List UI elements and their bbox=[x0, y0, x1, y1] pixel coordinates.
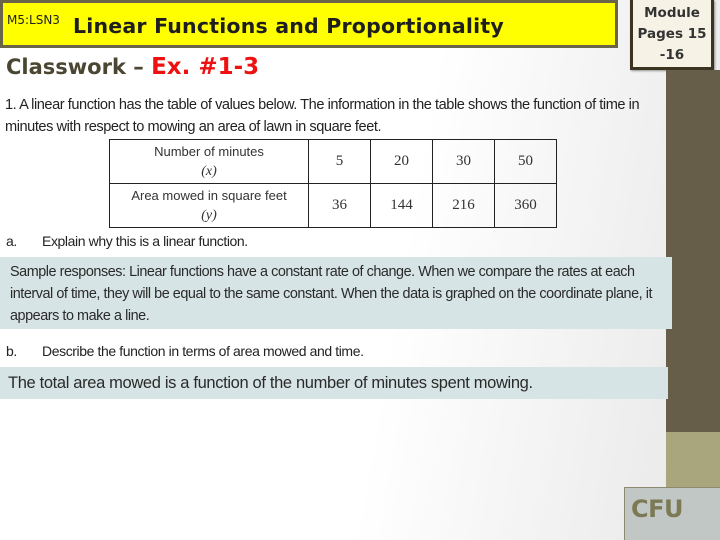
row-header: Number of minutes (x) bbox=[109, 139, 309, 184]
row-header-variable: (y) bbox=[201, 208, 217, 223]
question-letter: b. bbox=[6, 343, 17, 359]
cfu-label: CFU bbox=[631, 495, 684, 523]
table-cell: 50 bbox=[494, 139, 557, 184]
row-header-label: Number of minutes bbox=[154, 144, 264, 159]
question-prompt: Explain why this is a linear function. bbox=[42, 233, 248, 249]
table-cell: 144 bbox=[370, 183, 433, 228]
table-cell: 5 bbox=[308, 139, 371, 184]
cfu-button[interactable]: CFU bbox=[624, 487, 720, 540]
row-header: Area mowed in square feet (y) bbox=[109, 183, 309, 228]
header-bar: M5:LSN3 Linear Functions and Proportiona… bbox=[0, 0, 618, 48]
exercise-range: Ex. #1-3 bbox=[151, 54, 260, 80]
page-title: Linear Functions and Proportionality bbox=[73, 14, 504, 38]
table-row: Number of minutes (x) 5 20 30 50 bbox=[109, 139, 557, 184]
row-header-label: Area mowed in square feet bbox=[131, 188, 287, 203]
question-a: a. Explain why this is a linear function. bbox=[6, 233, 248, 249]
section-heading-prefix: Classwork – bbox=[6, 55, 152, 79]
problem-statement: 1. A linear function has the table of va… bbox=[5, 97, 640, 135]
table-cell: 20 bbox=[370, 139, 433, 184]
table-cell: 36 bbox=[308, 183, 371, 228]
question-b: b. Describe the function in terms of area… bbox=[6, 343, 364, 359]
table-cell: 360 bbox=[494, 183, 557, 228]
question-letter: a. bbox=[6, 233, 17, 249]
module-label: Module bbox=[644, 5, 700, 21]
answer-box-b: The total area mowed is a function of th… bbox=[0, 367, 668, 399]
table-cell: 30 bbox=[432, 139, 495, 184]
sidebar-decoration-dark bbox=[666, 70, 720, 432]
sidebar-decoration-khaki bbox=[666, 432, 720, 488]
row-header-variable: (x) bbox=[201, 164, 217, 179]
module-reference-box: Module Pages 15 -16 bbox=[630, 0, 714, 70]
values-table: Number of minutes (x) 5 20 30 50 Area mo… bbox=[109, 139, 557, 228]
lesson-code: M5:LSN3 bbox=[7, 13, 60, 27]
module-pages-end: -16 bbox=[659, 47, 685, 63]
table-row: Area mowed in square feet (y) 36 144 216… bbox=[109, 183, 557, 228]
table-cell: 216 bbox=[432, 183, 495, 228]
section-heading: Classwork – Ex. #1-3 bbox=[6, 54, 259, 80]
module-pages: Pages 15 bbox=[637, 26, 707, 42]
question-prompt: Describe the function in terms of area m… bbox=[42, 343, 364, 359]
answer-box-a: Sample responses: Linear functions have … bbox=[0, 257, 672, 329]
